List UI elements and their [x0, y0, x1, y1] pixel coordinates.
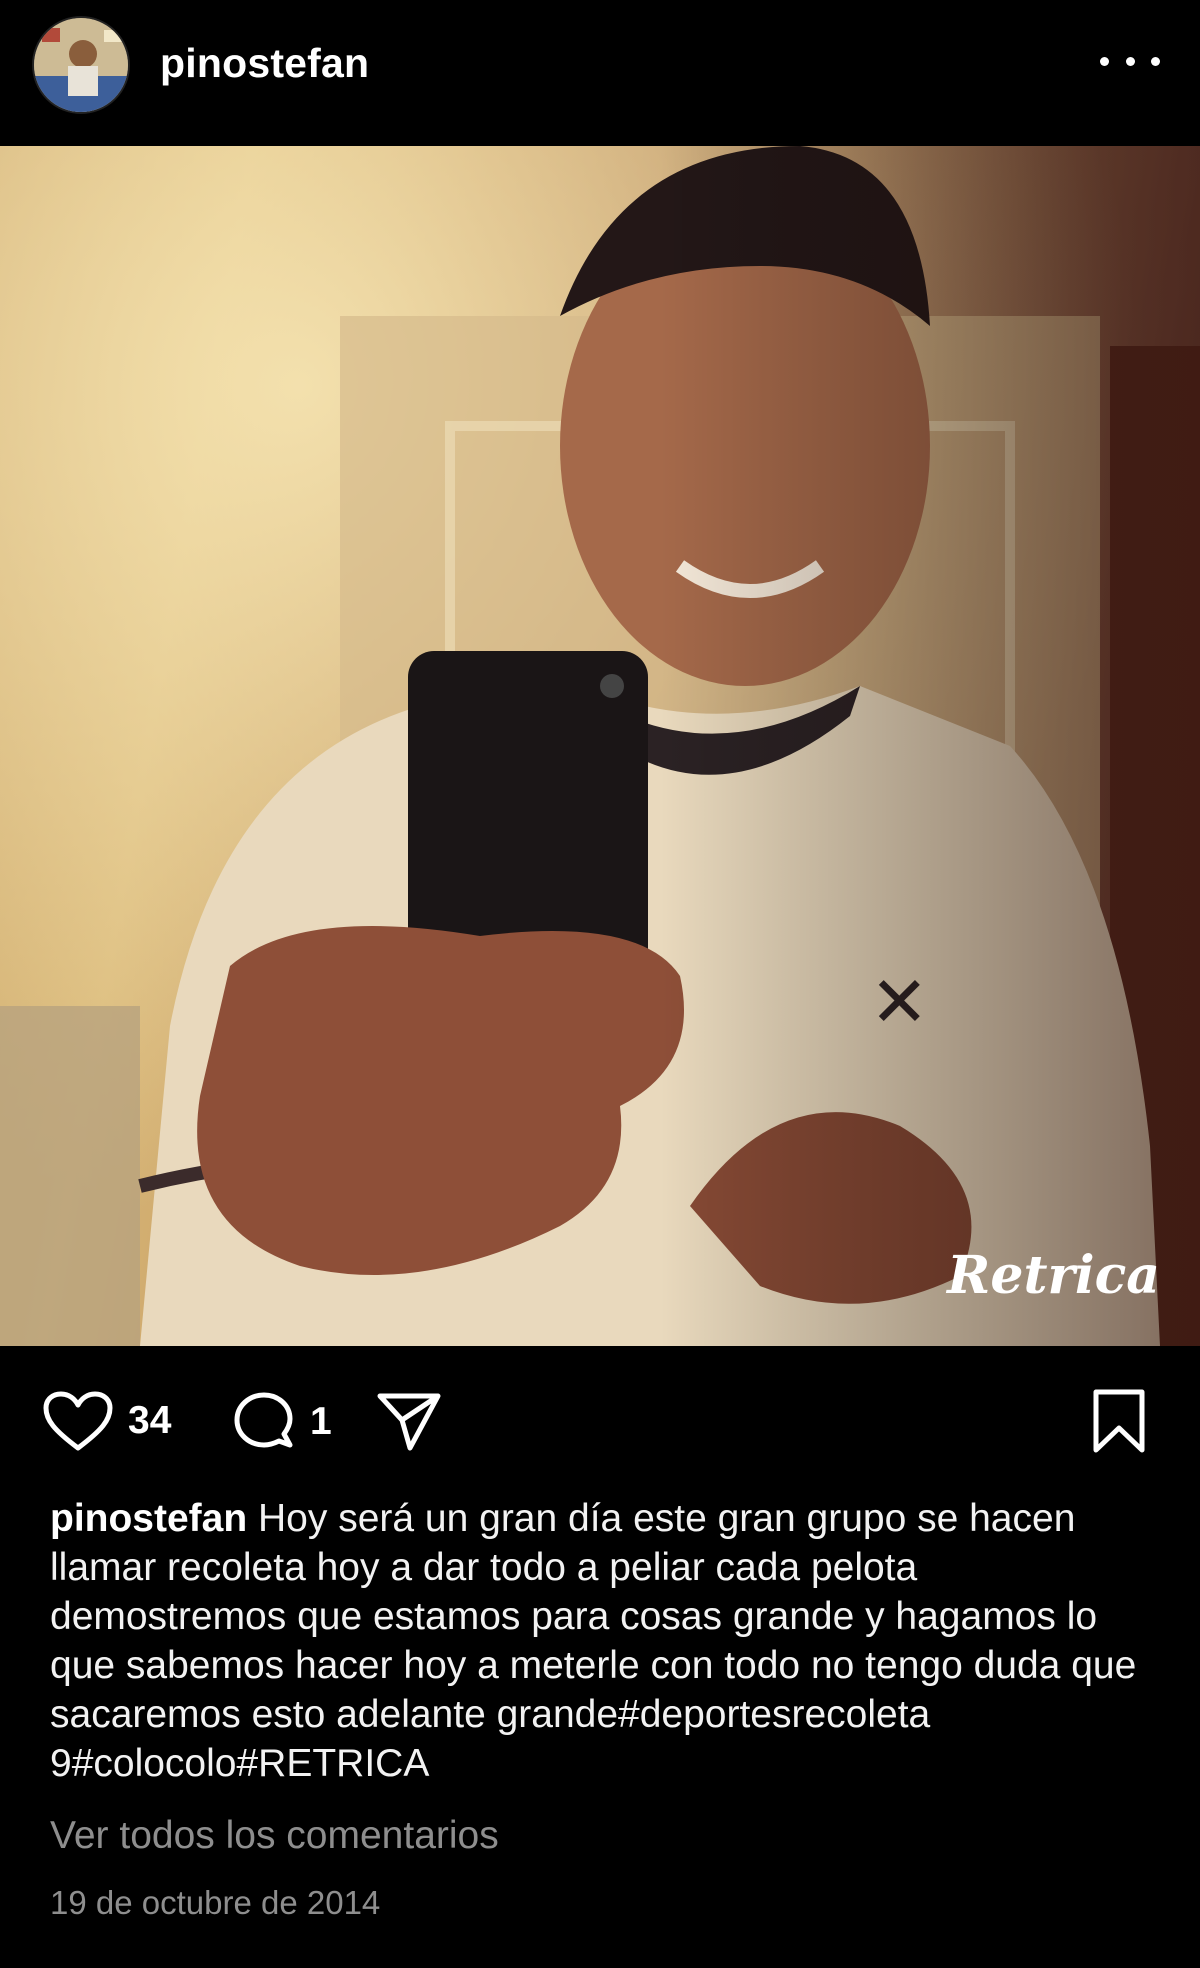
bookmark-icon	[1093, 1389, 1145, 1453]
caption-username[interactable]: pinostefan	[50, 1497, 247, 1540]
comment-icon	[234, 1392, 293, 1448]
post-header: pinostefan	[0, 0, 1200, 146]
comment-button[interactable]: 1	[232, 1390, 332, 1454]
heart-icon	[43, 1391, 113, 1451]
avatar-image	[34, 18, 128, 112]
share-button[interactable]	[376, 1390, 442, 1452]
post-date: 19 de octubre de 2014	[50, 1884, 381, 1921]
view-all-comments-link[interactable]: Ver todos los comentarios	[50, 1814, 499, 1858]
retrica-watermark: Retrica	[947, 1245, 1160, 1306]
more-options-icon[interactable]	[1100, 44, 1160, 78]
send-icon	[377, 1393, 441, 1451]
like-button[interactable]: 34	[42, 1390, 171, 1452]
post-photo[interactable]: ✕ Retrica	[0, 146, 1200, 1346]
header-username[interactable]: pinostefan	[160, 40, 369, 87]
avatar[interactable]	[32, 16, 130, 114]
like-count[interactable]: 34	[128, 1399, 171, 1443]
comment-count[interactable]: 1	[310, 1400, 332, 1444]
selfie-illustration: ✕	[0, 146, 1200, 1346]
post-caption: pinostefan Hoy será un gran día este gra…	[50, 1494, 1160, 1788]
caption-text: Hoy será un gran día este gran grupo se …	[50, 1497, 1137, 1785]
save-button[interactable]	[1090, 1388, 1148, 1454]
action-bar: 34 1	[0, 1346, 1200, 1486]
